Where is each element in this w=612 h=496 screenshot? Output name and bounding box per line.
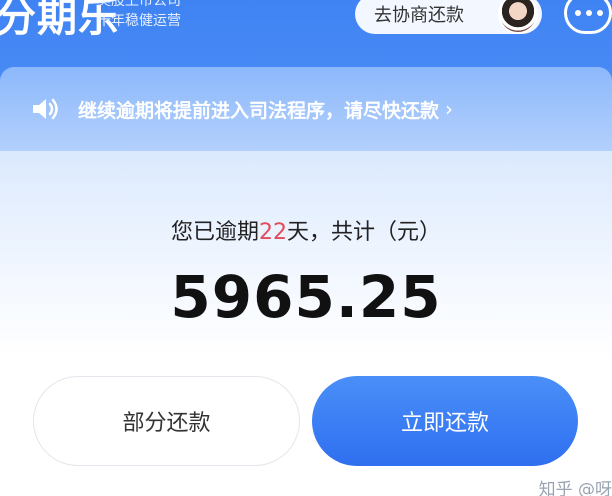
overdue-summary-text: 您已逾期22天，共计（元）	[0, 214, 612, 246]
notice-text: 继续逾期将提前进入司法程序，请尽快还款	[78, 99, 440, 122]
partial-repayment-button[interactable]: 部分还款	[33, 376, 300, 466]
repay-now-button[interactable]: 立即还款	[312, 376, 578, 466]
negotiate-repayment-button[interactable]: 去协商还款	[355, 0, 542, 34]
overdue-suffix: 天，共计（元）	[287, 220, 442, 245]
overdue-amount: 5965.25	[170, 263, 442, 331]
watermark: 知乎 @呀	[538, 480, 612, 496]
overdue-days: 22	[259, 220, 287, 245]
agent-avatar	[498, 0, 538, 34]
chevron-right-icon: ›	[445, 97, 454, 121]
overdue-notice-banner[interactable]: 继续逾期将提前进入司法程序，请尽快还款 ›	[0, 67, 612, 151]
tagline-line-2: 十年稳健运营	[97, 13, 181, 29]
overdue-prefix: 您已逾期	[170, 220, 259, 245]
negotiate-label: 去协商还款	[374, 5, 464, 26]
speaker-icon	[30, 94, 60, 124]
tagline-line-1: 美股上市公司	[97, 0, 181, 9]
